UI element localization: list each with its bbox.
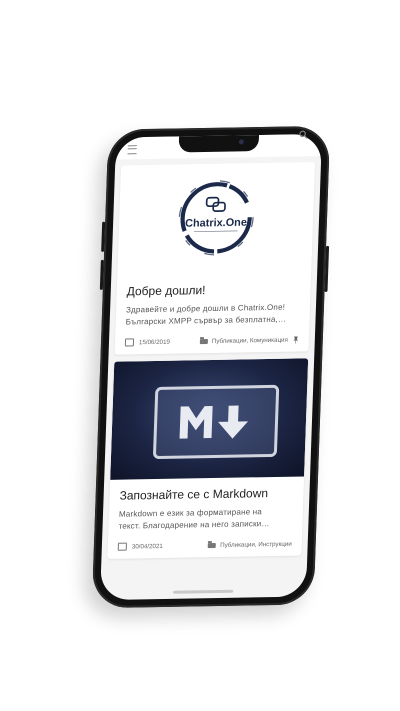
post-categories[interactable]: Публикации, Инструкции — [220, 540, 292, 548]
product-mockup: Chatrix.One Добре дошли! Здравейте и доб… — [0, 0, 400, 711]
post-date: 15/06/2019 — [138, 338, 171, 346]
search-icon[interactable] — [299, 130, 308, 139]
post-thumbnail[interactable] — [110, 358, 309, 480]
post-body: Добре дошли! Здравейте и добре дошли в C… — [115, 272, 312, 354]
calendar-icon — [117, 542, 127, 551]
post-title[interactable]: Запознайте се с Markdown — [119, 486, 293, 503]
hamburger-menu-icon[interactable] — [127, 145, 137, 155]
post-meta: 30/04/2021 Публикации, Инструкции — [117, 540, 292, 551]
post-excerpt-line: текст. Благодарение на него записки… — [118, 519, 270, 531]
phone-screen: Chatrix.One Добре дошли! Здравейте и доб… — [100, 133, 322, 601]
front-camera-icon — [238, 139, 244, 145]
logo-text: Chatrix.One — [185, 217, 247, 230]
post-list: Chatrix.One Добре дошли! Здравейте и доб… — [106, 162, 316, 600]
post-title[interactable]: Добре дошли! — [126, 281, 300, 298]
pin-icon — [293, 335, 299, 344]
phone-device: Chatrix.One Добре дошли! Здравейте и доб… — [91, 125, 331, 609]
post-excerpt-line: Български XMPP сървър за безплатна,… — [125, 314, 287, 327]
chatrix-logo: Chatrix.One — [178, 180, 254, 256]
post-card[interactable]: Chatrix.One Добре дошли! Здравейте и доб… — [114, 162, 316, 355]
markdown-logo — [152, 384, 280, 460]
post-body: Запознайте се с Markdown Markdown е език… — [107, 476, 304, 558]
post-meta: 15/06/2019 Публикации, Комуникация — [124, 335, 299, 347]
notch — [178, 133, 260, 153]
post-thumbnail[interactable]: Chatrix.One — [117, 162, 316, 276]
markdown-icon — [179, 405, 249, 439]
post-categories[interactable]: Публикации, Комуникация — [212, 336, 288, 344]
post-card[interactable]: Запознайте се с Markdown Markdown е език… — [107, 358, 309, 559]
folder-icon — [199, 338, 208, 344]
folder-icon — [208, 542, 217, 548]
post-date: 30/04/2021 — [131, 542, 163, 550]
calendar-icon — [124, 338, 135, 347]
